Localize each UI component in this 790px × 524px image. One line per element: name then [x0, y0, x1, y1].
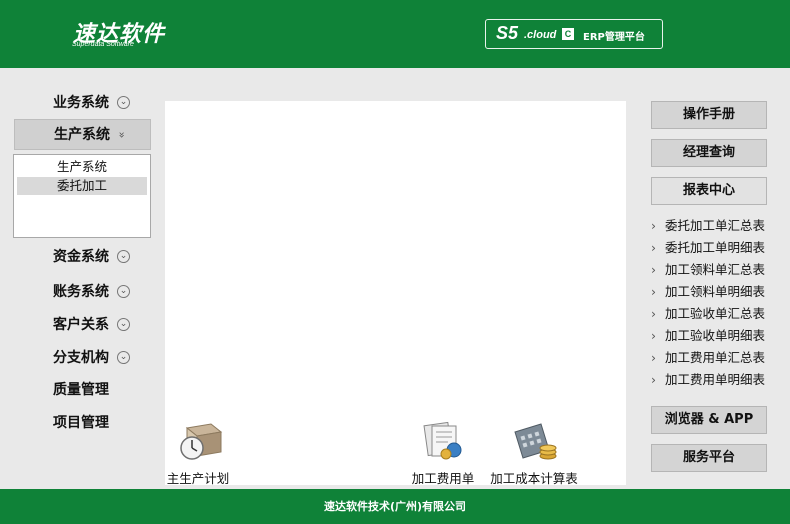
report-link-label: 加工验收单明细表	[665, 328, 766, 343]
nav-item-accounting[interactable]: 账务系统 ⌄	[14, 277, 151, 307]
nav-item-label: 资金系统	[53, 249, 109, 265]
report-link-label: 委托加工单明细表	[665, 240, 766, 255]
chevron-down-icon: ⌄	[117, 285, 130, 298]
chevron-right-icon: ›	[651, 218, 656, 233]
chevron-right-icon: ›	[651, 350, 656, 365]
badge-erp-text: ERP管理平台	[583, 32, 645, 43]
header-bar: 速达软件 Superdata Software S5 .cloud C ERP管…	[0, 0, 790, 68]
report-link-label: 加工验收单汇总表	[665, 306, 766, 321]
nav-item-label: 账务系统	[53, 284, 109, 300]
report-center-button[interactable]: 报表中心	[651, 177, 767, 205]
chevron-right-icon: ›	[651, 328, 656, 343]
badge-s5: S5	[496, 23, 519, 43]
chevron-down-icon: ⌄	[117, 351, 130, 364]
nav-item-branch[interactable]: 分支机构 ⌄	[14, 343, 151, 373]
submenu-item-production[interactable]: 生产系统	[17, 158, 147, 176]
nav-item-label: 客户关系	[53, 317, 109, 333]
nav-item-project[interactable]: 项目管理	[14, 408, 151, 438]
report-link[interactable]: › 加工验收单明细表	[651, 326, 765, 346]
shortcut-label: 主生产计划	[166, 471, 230, 486]
logo-subtext: Superdata Software	[72, 41, 134, 48]
submenu-item-outsourcing[interactable]: 委托加工	[17, 177, 147, 195]
documents-icon	[423, 421, 462, 460]
report-link-label: 加工费用单明细表	[665, 372, 766, 387]
report-link[interactable]: › 委托加工单明细表	[651, 238, 765, 258]
manual-button[interactable]: 操作手册	[651, 101, 767, 129]
submenu-item-label: 生产系统	[57, 159, 108, 174]
report-link[interactable]: › 委托加工单汇总表	[651, 216, 765, 236]
browser-app-button[interactable]: 浏览器 & APP	[651, 406, 767, 434]
manager-query-button[interactable]: 经理查询	[651, 139, 767, 167]
chevron-down-icon: ⌄	[117, 250, 130, 263]
calculator-coins-icon	[514, 423, 557, 460]
production-submenu: 生产系统 委托加工	[13, 154, 151, 238]
report-link[interactable]: › 加工验收单汇总表	[651, 304, 765, 324]
chevron-down-icon: ⌄	[117, 318, 130, 331]
nav-item-label: 业务系统	[53, 95, 109, 111]
nav-item-quality[interactable]: 质量管理	[14, 375, 151, 405]
report-link[interactable]: › 加工领料单明细表	[651, 282, 765, 302]
shortcut-label: 加工费用单	[411, 471, 475, 486]
report-link-label: 加工领料单汇总表	[665, 262, 766, 277]
nav-item-label: 生产系统	[54, 127, 110, 143]
chevron-down-icon: ⌄	[117, 96, 130, 109]
chevron-right-icon: ›	[651, 262, 656, 277]
chevron-right-icon: ›	[651, 240, 656, 255]
nav-item-production[interactable]: 生产系统 »	[14, 119, 151, 150]
shortcut-label: 加工成本计算表	[490, 471, 578, 486]
chevron-right-icon: ›	[651, 306, 656, 321]
service-platform-button[interactable]: 服务平台	[651, 444, 767, 472]
nav-item-label: 质量管理	[53, 382, 109, 398]
nav-item-label: 分支机构	[53, 350, 109, 366]
report-link[interactable]: › 加工费用单汇总表	[651, 348, 765, 368]
chevron-right-icon: ›	[651, 372, 656, 387]
report-link[interactable]: › 加工领料单汇总表	[651, 260, 765, 280]
chevron-right-icon: ›	[651, 284, 656, 299]
clock-box-icon	[180, 423, 223, 460]
shortcut-processing-cost[interactable]: 加工成本计算表	[488, 418, 580, 487]
report-link-label: 加工领料单明细表	[665, 284, 766, 299]
nav-item-label: 项目管理	[53, 415, 109, 431]
chevron-double-down-icon: »	[115, 131, 129, 139]
badge-c-icon: C	[562, 28, 574, 40]
report-link[interactable]: › 加工费用单明细表	[651, 370, 765, 390]
footer-bar: 速达软件技术(广州)有限公司	[0, 489, 790, 524]
nav-item-funds[interactable]: 资金系统 ⌄	[14, 242, 151, 272]
shortcut-production-plan[interactable]: 主生产计划	[165, 418, 231, 487]
shortcut-processing-fee[interactable]: 加工费用单	[410, 418, 476, 487]
nav-item-customer[interactable]: 客户关系 ⌄	[14, 310, 151, 340]
submenu-item-label: 委托加工	[57, 178, 108, 193]
report-link-label: 委托加工单汇总表	[665, 218, 766, 233]
nav-item-business[interactable]: 业务系统 ⌄	[14, 88, 151, 118]
report-link-label: 加工费用单汇总表	[665, 350, 766, 365]
product-badge: S5 .cloud C ERP管理平台	[485, 19, 663, 49]
badge-cloud: .cloud	[524, 29, 557, 41]
